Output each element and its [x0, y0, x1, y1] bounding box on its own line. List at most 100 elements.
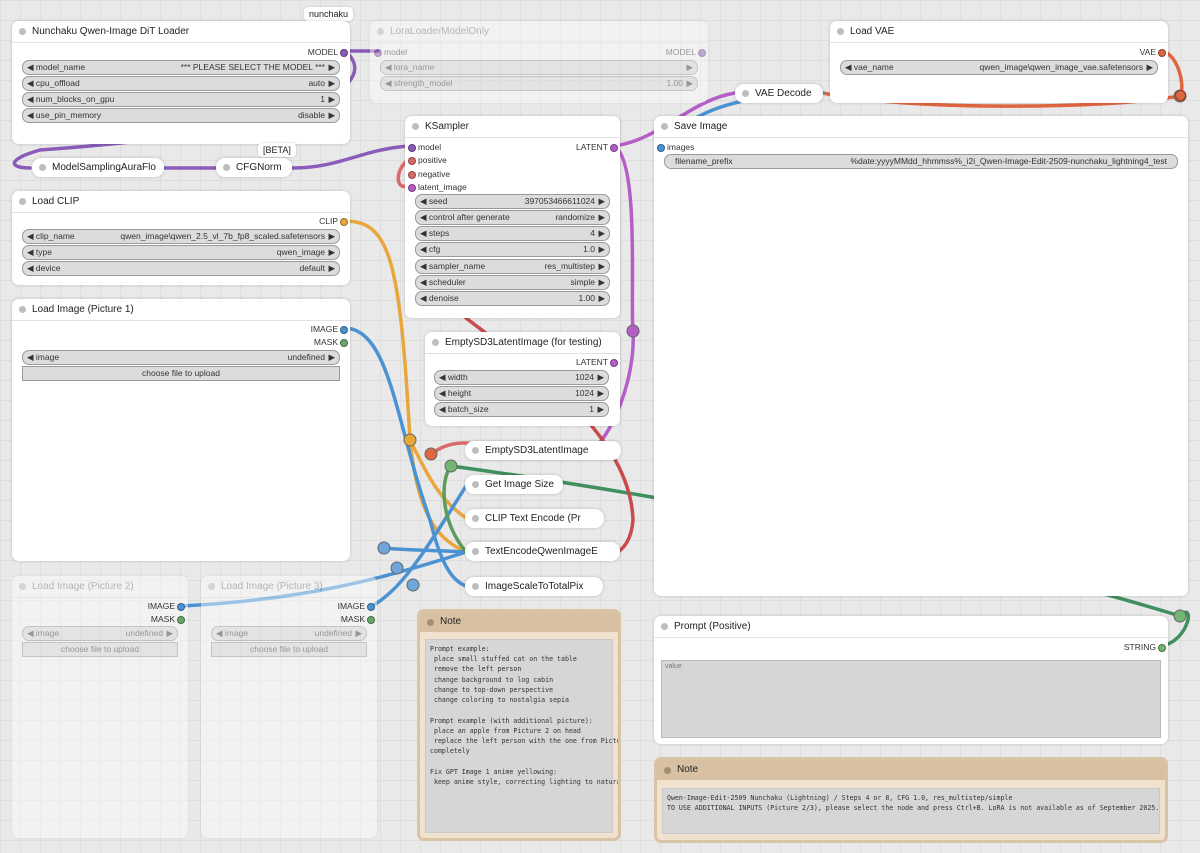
widget-strength-model[interactable]: ◀ strength_model 1.00 ▶ [380, 76, 698, 91]
collapse-dot-icon[interactable] [19, 28, 26, 35]
node-title[interactable]: Load Image (Picture 3) [201, 576, 377, 598]
load-vae-node[interactable]: Load VAE VAE ◀ vae_name qwen_image\qwen_i… [830, 21, 1168, 103]
widget-height[interactable]: ◀ height 1024 ▶ [434, 386, 609, 401]
latent-input-dot-icon[interactable] [408, 184, 416, 192]
text-encode-qwen-node[interactable]: TextEncodeQwenImageE [465, 542, 620, 561]
collapse-dot-icon[interactable] [377, 28, 384, 35]
save-image-node[interactable]: Save Image images filename_prefix %date:y… [654, 116, 1188, 596]
input-negative[interactable]: negative [408, 168, 450, 180]
mask-output-dot-icon[interactable] [367, 616, 375, 624]
choose-file-button[interactable]: choose file to upload [22, 642, 178, 657]
widget-model-name[interactable]: ◀ model_name *** PLEASE SELECT THE MODEL … [22, 60, 340, 75]
output-image[interactable]: IMAGE [310, 600, 375, 612]
prompt-positive-node[interactable]: Prompt (Positive) STRING value [654, 616, 1168, 744]
node-title[interactable]: Nunchaku Qwen-Image DiT Loader [12, 21, 350, 43]
collapse-dot-icon[interactable] [19, 583, 26, 590]
clip-output-dot-icon[interactable] [340, 218, 348, 226]
widget-filename-prefix[interactable]: filename_prefix %date:yyyyMMdd_hhmmss%_i2… [664, 154, 1178, 169]
collapse-dot-icon[interactable] [472, 515, 479, 522]
node-title[interactable]: EmptySD3LatentImage (for testing) [425, 332, 620, 354]
collapse-dot-icon[interactable] [19, 198, 26, 205]
widget-type[interactable]: ◀ type qwen_image ▶ [22, 245, 340, 260]
choose-file-button[interactable]: choose file to upload [211, 642, 367, 657]
model-sampling-auraflow-node[interactable]: ModelSamplingAuraFlo [32, 158, 164, 177]
output-latent[interactable]: LATENT [576, 356, 618, 368]
widget-cfg[interactable]: ◀ cfg 1.0 ▶ [415, 242, 610, 257]
collapse-dot-icon[interactable] [19, 306, 26, 313]
widget-vae-name[interactable]: ◀ vae_name qwen_image\qwen_image_vae.safe… [840, 60, 1158, 75]
collapse-dot-icon[interactable] [223, 164, 230, 171]
collapse-dot-icon[interactable] [39, 164, 46, 171]
input-model[interactable]: model [408, 141, 441, 153]
collapse-dot-icon[interactable] [661, 123, 668, 130]
widget-device[interactable]: ◀ device default ▶ [22, 261, 340, 276]
model-output-dot-icon[interactable] [340, 49, 348, 57]
empty-latent-testing-node[interactable]: EmptySD3LatentImage (for testing) LATENT… [425, 332, 620, 426]
node-title[interactable]: Load Image (Picture 1) [12, 299, 350, 321]
choose-file-button[interactable]: choose file to upload [22, 366, 340, 381]
node-title[interactable]: Load CLIP [12, 191, 350, 213]
widget-image[interactable]: ◀ image undefined ▶ [22, 350, 340, 365]
widget-lora-name[interactable]: ◀ lora_name ▶ [380, 60, 698, 75]
cfgnorm-node[interactable]: CFGNorm [216, 158, 292, 177]
prompt-textarea[interactable]: value [661, 660, 1161, 738]
get-image-size-node[interactable]: Get Image Size [465, 475, 563, 494]
ksampler-node[interactable]: KSampler model positive negative latent_… [405, 116, 620, 318]
collapse-dot-icon[interactable] [472, 481, 479, 488]
input-positive[interactable]: positive [408, 154, 447, 166]
string-output-dot-icon[interactable] [1158, 644, 1166, 652]
empty-sd3-latent-node[interactable]: EmptySD3LatentImage [465, 441, 621, 460]
output-image[interactable]: IMAGE [311, 323, 348, 335]
model-input-dot-icon[interactable] [374, 49, 382, 57]
collapse-dot-icon[interactable] [472, 583, 479, 590]
output-latent[interactable]: LATENT [576, 141, 618, 153]
collapse-dot-icon[interactable] [664, 767, 671, 774]
image-output-dot-icon[interactable] [340, 326, 348, 334]
output-mask[interactable]: MASK [310, 613, 375, 625]
latent-output-dot-icon[interactable] [610, 144, 618, 152]
widget-num-blocks[interactable]: ◀ num_blocks_on_gpu 1 ▶ [22, 92, 340, 107]
mask-output-dot-icon[interactable] [177, 616, 185, 624]
widget-image[interactable]: ◀ image undefined ▶ [22, 626, 178, 641]
widget-denoise[interactable]: ◀ denoise 1.00 ▶ [415, 291, 610, 306]
collapse-dot-icon[interactable] [472, 548, 479, 555]
collapse-dot-icon[interactable] [661, 623, 668, 630]
input-images[interactable]: images [657, 141, 694, 153]
node-title[interactable]: Note [657, 760, 1165, 780]
mask-output-dot-icon[interactable] [340, 339, 348, 347]
load-image-picture1-node[interactable]: Load Image (Picture 1) IMAGE MASK ◀ imag… [12, 299, 350, 561]
latent-output-dot-icon[interactable] [610, 359, 618, 367]
load-clip-node[interactable]: Load CLIP CLIP ◀ clip_name qwen_image\qwe… [12, 191, 350, 285]
input-model[interactable]: model [374, 46, 407, 58]
collapse-dot-icon[interactable] [412, 123, 419, 130]
widget-sampler-name[interactable]: ◀ sampler_name res_multistep ▶ [415, 259, 610, 274]
widget-control-after-generate[interactable]: ◀ control after generate randomize ▶ [415, 210, 610, 225]
collapse-dot-icon[interactable] [472, 447, 479, 454]
clip-text-encode-node[interactable]: CLIP Text Encode (Pr [465, 509, 604, 528]
output-model[interactable]: MODEL [666, 46, 706, 58]
widget-scheduler[interactable]: ◀ scheduler simple ▶ [415, 275, 610, 290]
positive-input-dot-icon[interactable] [408, 157, 416, 165]
output-vae[interactable]: VAE [1140, 46, 1166, 58]
widget-width[interactable]: ◀ width 1024 ▶ [434, 370, 609, 385]
model-input-dot-icon[interactable] [408, 144, 416, 152]
node-title[interactable]: Save Image [654, 116, 1188, 138]
model-output-dot-icon[interactable] [698, 49, 706, 57]
note-text[interactable]: Prompt example: place small stuffed cat … [425, 639, 618, 833]
collapse-dot-icon[interactable] [208, 583, 215, 590]
node-title[interactable]: Load Image (Picture 2) [12, 576, 188, 598]
widget-clip-name[interactable]: ◀ clip_name qwen_image\qwen_2.5_vl_7b_fp8… [22, 229, 340, 244]
collapse-dot-icon[interactable] [432, 339, 439, 346]
widget-cpu-offload[interactable]: ◀ cpu_offload auto ▶ [22, 76, 340, 91]
node-title[interactable]: KSampler [405, 116, 620, 138]
output-clip[interactable]: CLIP [319, 215, 348, 227]
note-node-2[interactable]: Note Qwen-Image-Edit-2509 Nunchaku (Ligh… [654, 757, 1168, 843]
widget-batch-size[interactable]: ◀ batch_size 1 ▶ [434, 402, 609, 417]
lora-loader-node[interactable]: LoraLoaderModelOnly model MODEL ◀ lora_n… [370, 21, 708, 103]
vae-output-dot-icon[interactable] [1158, 49, 1166, 57]
images-input-dot-icon[interactable] [657, 144, 665, 152]
collapse-dot-icon[interactable] [427, 619, 434, 626]
collapse-dot-icon[interactable] [742, 90, 749, 97]
widget-image[interactable]: ◀ image undefined ▶ [211, 626, 367, 641]
node-title[interactable]: Load VAE [830, 21, 1168, 43]
